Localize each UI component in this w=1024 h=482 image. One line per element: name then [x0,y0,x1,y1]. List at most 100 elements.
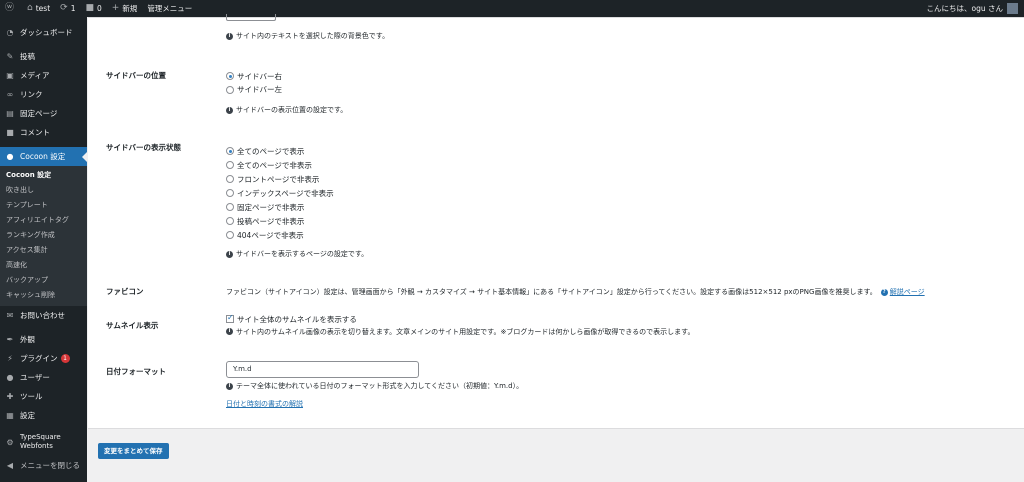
sidebar-item-label: コメント [20,128,50,137]
sidebar-position-hint: i サイドバーの表示位置の設定です。 [226,105,347,115]
sidebar-item-label: 設定 [20,411,35,420]
new-content-link[interactable]: + 新規 [107,0,143,17]
radio-button[interactable] [226,161,234,170]
submenu-item-access-stats[interactable]: アクセス集計 [0,243,87,258]
submenu-item-cache-clear[interactable]: キャッシュ削除 [0,288,87,303]
avatar [1007,3,1018,14]
sidebar-display-hint: i サイドバーを表示するページの設定です。 [226,249,368,259]
sidebar-item-label: TypeSquare Webfonts [20,433,61,450]
hint-text: サイト内のサムネイル画像の表示を切り替えます。文章メインのサイト用設定です。※ブ… [236,327,695,336]
radio-display-all[interactable]: 全てのページで表示 [226,146,334,157]
radio-hide-front[interactable]: フロントページで非表示 [226,174,334,185]
radio-button[interactable] [226,189,234,198]
radio-hide-index[interactable]: インデックスページで非表示 [226,188,334,199]
sidebar-item-comments[interactable]: ■ コメント [0,123,87,142]
radio-label: サイドバー右 [237,71,282,81]
favicon-description: ファビコン（サイトアイコン）設定は、管理画面から「外観 → カスタマイズ → サ… [226,287,925,297]
radio-button[interactable] [226,203,234,212]
dashboard-icon: ◔ [6,28,14,37]
plugin-update-badge: 1 [60,354,70,363]
sidebar-item-contact[interactable]: ✉ お問い合わせ [0,306,87,325]
date-format-help-link[interactable]: 日付と時刻の書式の解説 [226,399,523,409]
link-icon: ∞ [6,90,14,99]
sidebar-item-pages[interactable]: ▤ 固定ページ [0,104,87,123]
admin-bar: ⓦ ⌂ test ⟳ 1 ■ 0 + 新規 管理メニュー こんにちは、ogu さん [0,0,1024,17]
submenu-item-affiliate-tag[interactable]: アフィリエイトタグ [0,213,87,228]
sidebar-item-tools[interactable]: ✚ ツール [0,387,87,406]
radio-hide-post[interactable]: 投稿ページで非表示 [226,216,334,227]
radio-hide-page[interactable]: 固定ページで非表示 [226,202,334,213]
radio-button[interactable] [226,217,234,226]
sidebar-item-label: リンク [20,90,43,99]
radio-sidebar-right[interactable]: サイドバー右 [226,71,282,82]
collapse-icon: ◀ [6,461,14,470]
favicon-help-link[interactable]: 解説ページ [890,287,925,297]
radio-button[interactable] [226,72,234,81]
sidebar-item-settings[interactable]: ▦ 設定 [0,406,87,425]
sidebar-item-label: 投稿 [20,52,35,61]
date-format-label: 日付フォーマット [106,367,166,376]
radio-label: 全てのページで表示 [237,146,305,156]
update-icon: ⟳ [60,3,68,13]
radio-button[interactable] [226,85,234,94]
radio-button[interactable] [226,175,234,184]
sidebar-item-plugins[interactable]: ⚡ プラグイン 1 [0,349,87,368]
radio-label: フロントページで非表示 [237,174,320,184]
user-icon: ● [6,373,14,382]
sidebar-item-label: 外観 [20,335,35,344]
sidebar-item-typesquare[interactable]: ⚙ TypeSquare Webfonts [0,430,87,454]
submenu-item-speedup[interactable]: 高速化 [0,258,87,273]
radio-label: インデックスページで非表示 [237,188,334,198]
sidebar-item-appearance[interactable]: ✒ 外観 [0,330,87,349]
radio-label: 投稿ページで非表示 [237,216,305,226]
submenu-item-backup[interactable]: バックアップ [0,273,87,288]
date-format-hint: i テーマ全体に使われている日付のフォーマット形式を入力してください（初期値：Y.… [226,381,523,391]
thumbnail-checkbox[interactable] [226,313,234,324]
sidebar-item-cocoon[interactable]: ● Cocoon 設定 [0,147,87,166]
submenu-item-ranking[interactable]: ランキング作成 [0,228,87,243]
color-picker-stub[interactable] [226,14,276,21]
comments-link[interactable]: ■ 0 [80,0,106,17]
media-icon: ▣ [6,71,14,80]
collapse-menu-button[interactable]: ◀ メニューを閉じる [0,456,87,475]
pin-icon: ✎ [6,52,14,61]
date-format-input[interactable]: Y.m.d [226,361,419,378]
sidebar-item-label: メニューを閉じる [20,461,80,470]
tools-icon: ✚ [6,392,14,401]
sidebar-item-dashboard[interactable]: ◔ ダッシュボード [0,23,87,42]
submenu-item-template[interactable]: テンプレート [0,198,87,213]
account-menu[interactable]: こんにちは、ogu さん [927,3,1024,14]
thumbnail-field: サイト全体のサムネイルを表示する iサイト内のサムネイル画像の表示を切り替えます… [226,313,695,337]
radio-label: 404ページで非表示 [237,230,304,240]
sidebar-item-links[interactable]: ∞ リンク [0,85,87,104]
radio-button[interactable] [226,147,234,156]
updates-link[interactable]: ⟳ 1 [55,0,80,17]
sidebar-item-label: お問い合わせ [20,311,65,320]
sidebar-display-label: サイドバーの表示状態 [106,143,181,152]
comment-icon: ■ [85,3,94,13]
radio-sidebar-left[interactable]: サイドバー左 [226,85,282,96]
sidebar-item-users[interactable]: ● ユーザー [0,368,87,387]
site-name-link[interactable]: ⌂ test [22,0,55,17]
hint-text: サイドバーの表示位置の設定です。 [236,106,348,114]
sidebar-item-label: ユーザー [20,373,50,382]
submenu-item-cocoon-settings[interactable]: Cocoon 設定 [0,168,87,183]
radio-hide-all[interactable]: 全てのページで非表示 [226,160,334,171]
radio-label: 全てのページで非表示 [237,160,312,170]
radio-button[interactable] [226,231,234,240]
hint-text: サイドバーを表示するページの設定です。 [236,250,369,258]
wordpress-logo-button[interactable]: ⓦ [0,0,22,17]
wordpress-logo-icon: ⓦ [5,3,15,13]
comment-icon: ■ [6,128,14,137]
home-icon: ⌂ [27,3,33,13]
manage-menu-link[interactable]: 管理メニュー [142,0,197,17]
radio-hide-404[interactable]: 404ページで非表示 [226,230,334,241]
sidebar-item-media[interactable]: ▣ メディア [0,66,87,85]
info-icon: i [226,328,233,335]
sidebar-item-posts[interactable]: ✎ 投稿 [0,47,87,66]
manage-menu-label: 管理メニュー [147,4,193,13]
thumbnail-checkbox-row[interactable]: サイト全体のサムネイルを表示する [226,313,694,325]
save-all-button[interactable]: 変更をまとめて保存 [98,443,169,459]
sidebar-position-label: サイドバーの位置 [106,71,166,80]
submenu-item-speech-balloon[interactable]: 吹き出し [0,183,87,198]
